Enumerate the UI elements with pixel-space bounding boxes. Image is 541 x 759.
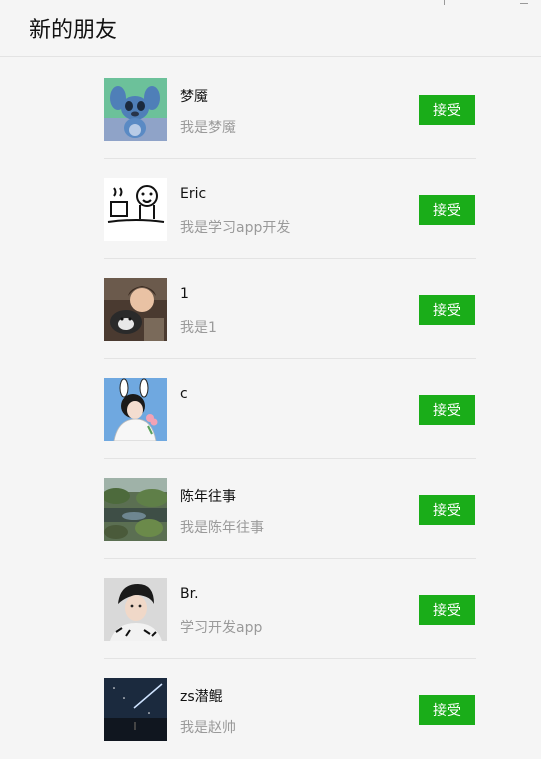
doodle-avatar-icon[interactable] (104, 178, 167, 241)
page-title: 新的朋友 (29, 18, 118, 43)
accept-button[interactable]: 接受 (419, 595, 475, 625)
request-message: 我是1 (180, 320, 217, 336)
accept-button[interactable]: 接受 (419, 195, 475, 225)
stitch-avatar-icon[interactable] (104, 78, 167, 141)
accept-button[interactable]: 接受 (419, 395, 475, 425)
friend-request-row: Eric 我是学习app开发 接受 (104, 159, 476, 259)
accept-button[interactable]: 接受 (419, 495, 475, 525)
bunny-ears-avatar-icon[interactable] (104, 378, 167, 441)
friend-name: c (180, 386, 188, 402)
portrait-avatar-icon[interactable] (104, 578, 167, 641)
minimize-icon[interactable] (520, 3, 528, 4)
request-message: 我是陈年往事 (180, 520, 264, 536)
friend-request-row: zs潜鲲 我是赵帅 接受 (104, 659, 476, 759)
friend-request-row: Br. 学习开发app 接受 (104, 559, 476, 659)
friend-name: 陈年往事 (180, 489, 236, 505)
request-message: 我是学习app开发 (180, 220, 291, 236)
request-message: 我是梦魇 (180, 120, 236, 136)
friend-request-row: 梦魇 我是梦魇 接受 (104, 59, 476, 159)
friend-request-row: 陈年往事 我是陈年往事 接受 (104, 459, 476, 559)
accept-button[interactable]: 接受 (419, 695, 475, 725)
friend-name: 梦魇 (180, 89, 208, 105)
night-sky-avatar-icon[interactable] (104, 678, 167, 741)
window-control-icon[interactable] (444, 0, 445, 5)
request-message: 我是赵帅 (180, 720, 236, 736)
girl-with-dog-avatar-icon[interactable] (104, 278, 167, 341)
friend-request-list: 梦魇 我是梦魇 接受 Eric 我是学习app开发 接受 1 我是1 接受 c … (104, 59, 476, 759)
garden-photo-avatar-icon[interactable] (104, 478, 167, 541)
accept-button[interactable]: 接受 (419, 95, 475, 125)
request-message: 学习开发app (180, 620, 263, 636)
friend-name: Br. (180, 586, 199, 602)
friend-request-row: 1 我是1 接受 (104, 259, 476, 359)
friend-name: Eric (180, 186, 207, 202)
friend-name: zs潜鲲 (180, 689, 223, 705)
friend-request-row: c 接受 (104, 359, 476, 459)
header: 新的朋友 (0, 0, 541, 57)
friend-name: 1 (180, 286, 189, 302)
accept-button[interactable]: 接受 (419, 295, 475, 325)
